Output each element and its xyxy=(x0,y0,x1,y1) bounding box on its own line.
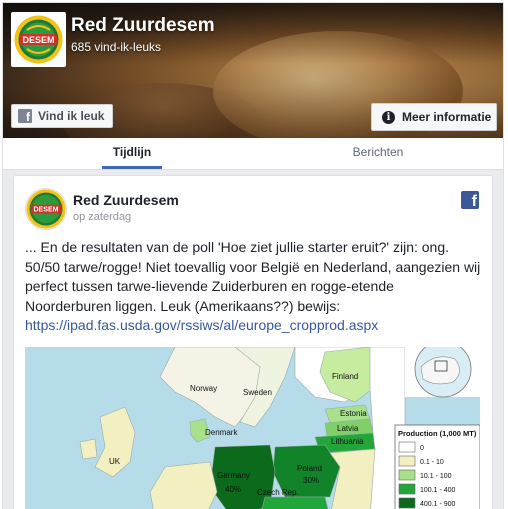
facebook-page-widget: DESEM Red Zuurdesem 685 vind-ik-leuks f … xyxy=(2,2,504,509)
map-label: 30% xyxy=(303,476,319,485)
page-logo[interactable]: DESEM xyxy=(11,12,66,67)
page-name[interactable]: Red Zuurdesem xyxy=(71,15,215,37)
timeline-post: DESEM Red Zuurdesem op zaterdag f ... En… xyxy=(13,175,493,509)
post-author-name[interactable]: Red Zuurdesem xyxy=(73,192,179,208)
map-label: Denmark xyxy=(205,428,238,437)
map-label: Norway xyxy=(190,384,217,393)
map-label: Finland xyxy=(332,372,358,381)
post-message: ... En de resultaten van de poll 'Hoe zi… xyxy=(25,239,481,314)
active-tab-indicator xyxy=(102,166,162,169)
post-image-map[interactable]: Norway Sweden Finland Estonia Latvia Den… xyxy=(25,347,480,509)
info-icon: i xyxy=(382,110,395,124)
more-info-button[interactable]: i Meer informatie xyxy=(371,103,497,131)
like-button[interactable]: f Vind ik leuk xyxy=(11,104,113,128)
logo-text: DESEM xyxy=(33,207,58,214)
legend-swatch xyxy=(398,469,416,481)
tab-bar: Tijdlijn Berichten xyxy=(3,138,503,170)
map-label: Lithuania xyxy=(331,437,364,446)
legend-title: Production (1,000 MT) xyxy=(398,429,477,438)
cover-photo[interactable]: DESEM Red Zuurdesem 685 vind-ik-leuks f … xyxy=(3,3,503,138)
page-logo-image: DESEM xyxy=(14,15,63,64)
map-label: 40% xyxy=(225,485,241,494)
europe-crop-map: Norway Sweden Finland Estonia Latvia Den… xyxy=(25,347,480,509)
post-link[interactable]: https://ipad.fas.usda.gov/rssiws/al/euro… xyxy=(25,317,378,333)
post-timestamp[interactable]: op zaterdag xyxy=(73,211,131,223)
tab-label: Tijdlijn xyxy=(112,145,152,159)
likes-count: 685 vind-ik-leuks xyxy=(71,40,162,54)
facebook-f-icon: f xyxy=(18,109,32,123)
map-label: Poland xyxy=(297,464,322,473)
legend-label: 0.1 - 10 xyxy=(420,459,444,466)
tab-tijdlijn[interactable]: Tijdlijn xyxy=(98,138,166,169)
legend-label: 0 xyxy=(420,445,424,452)
legend-label: 100.1 - 400 xyxy=(420,487,456,494)
map-label: Estonia xyxy=(340,409,367,418)
post-author-avatar[interactable]: DESEM xyxy=(25,188,67,230)
legend-swatch xyxy=(398,483,416,495)
legend-swatch xyxy=(398,441,416,453)
facebook-logo-icon[interactable]: f xyxy=(461,191,479,209)
map-label: UK xyxy=(109,457,121,466)
map-label: Czech Rep. xyxy=(257,488,299,497)
legend-label: 10.1 - 100 xyxy=(420,473,452,480)
logo-text: DESEM xyxy=(22,35,54,45)
map-label: Germany xyxy=(217,471,250,480)
map-label: Latvia xyxy=(337,424,359,433)
tab-label: Berichten xyxy=(352,145,404,159)
tab-berichten[interactable]: Berichten xyxy=(343,138,413,169)
post-body: ... En de resultaten van de poll 'Hoe zi… xyxy=(25,238,483,336)
legend-swatch xyxy=(398,455,416,467)
more-info-label: Meer informatie xyxy=(402,110,492,124)
legend-label: 400.1 - 900 xyxy=(420,501,456,508)
map-label: Sweden xyxy=(243,388,272,397)
map-legend: Production (1,000 MT) 0 0.1 - 10 10.1 - 10… xyxy=(394,424,480,509)
like-button-label: Vind ik leuk xyxy=(38,109,105,123)
legend-swatch xyxy=(398,497,416,509)
inset-globe xyxy=(405,347,480,398)
